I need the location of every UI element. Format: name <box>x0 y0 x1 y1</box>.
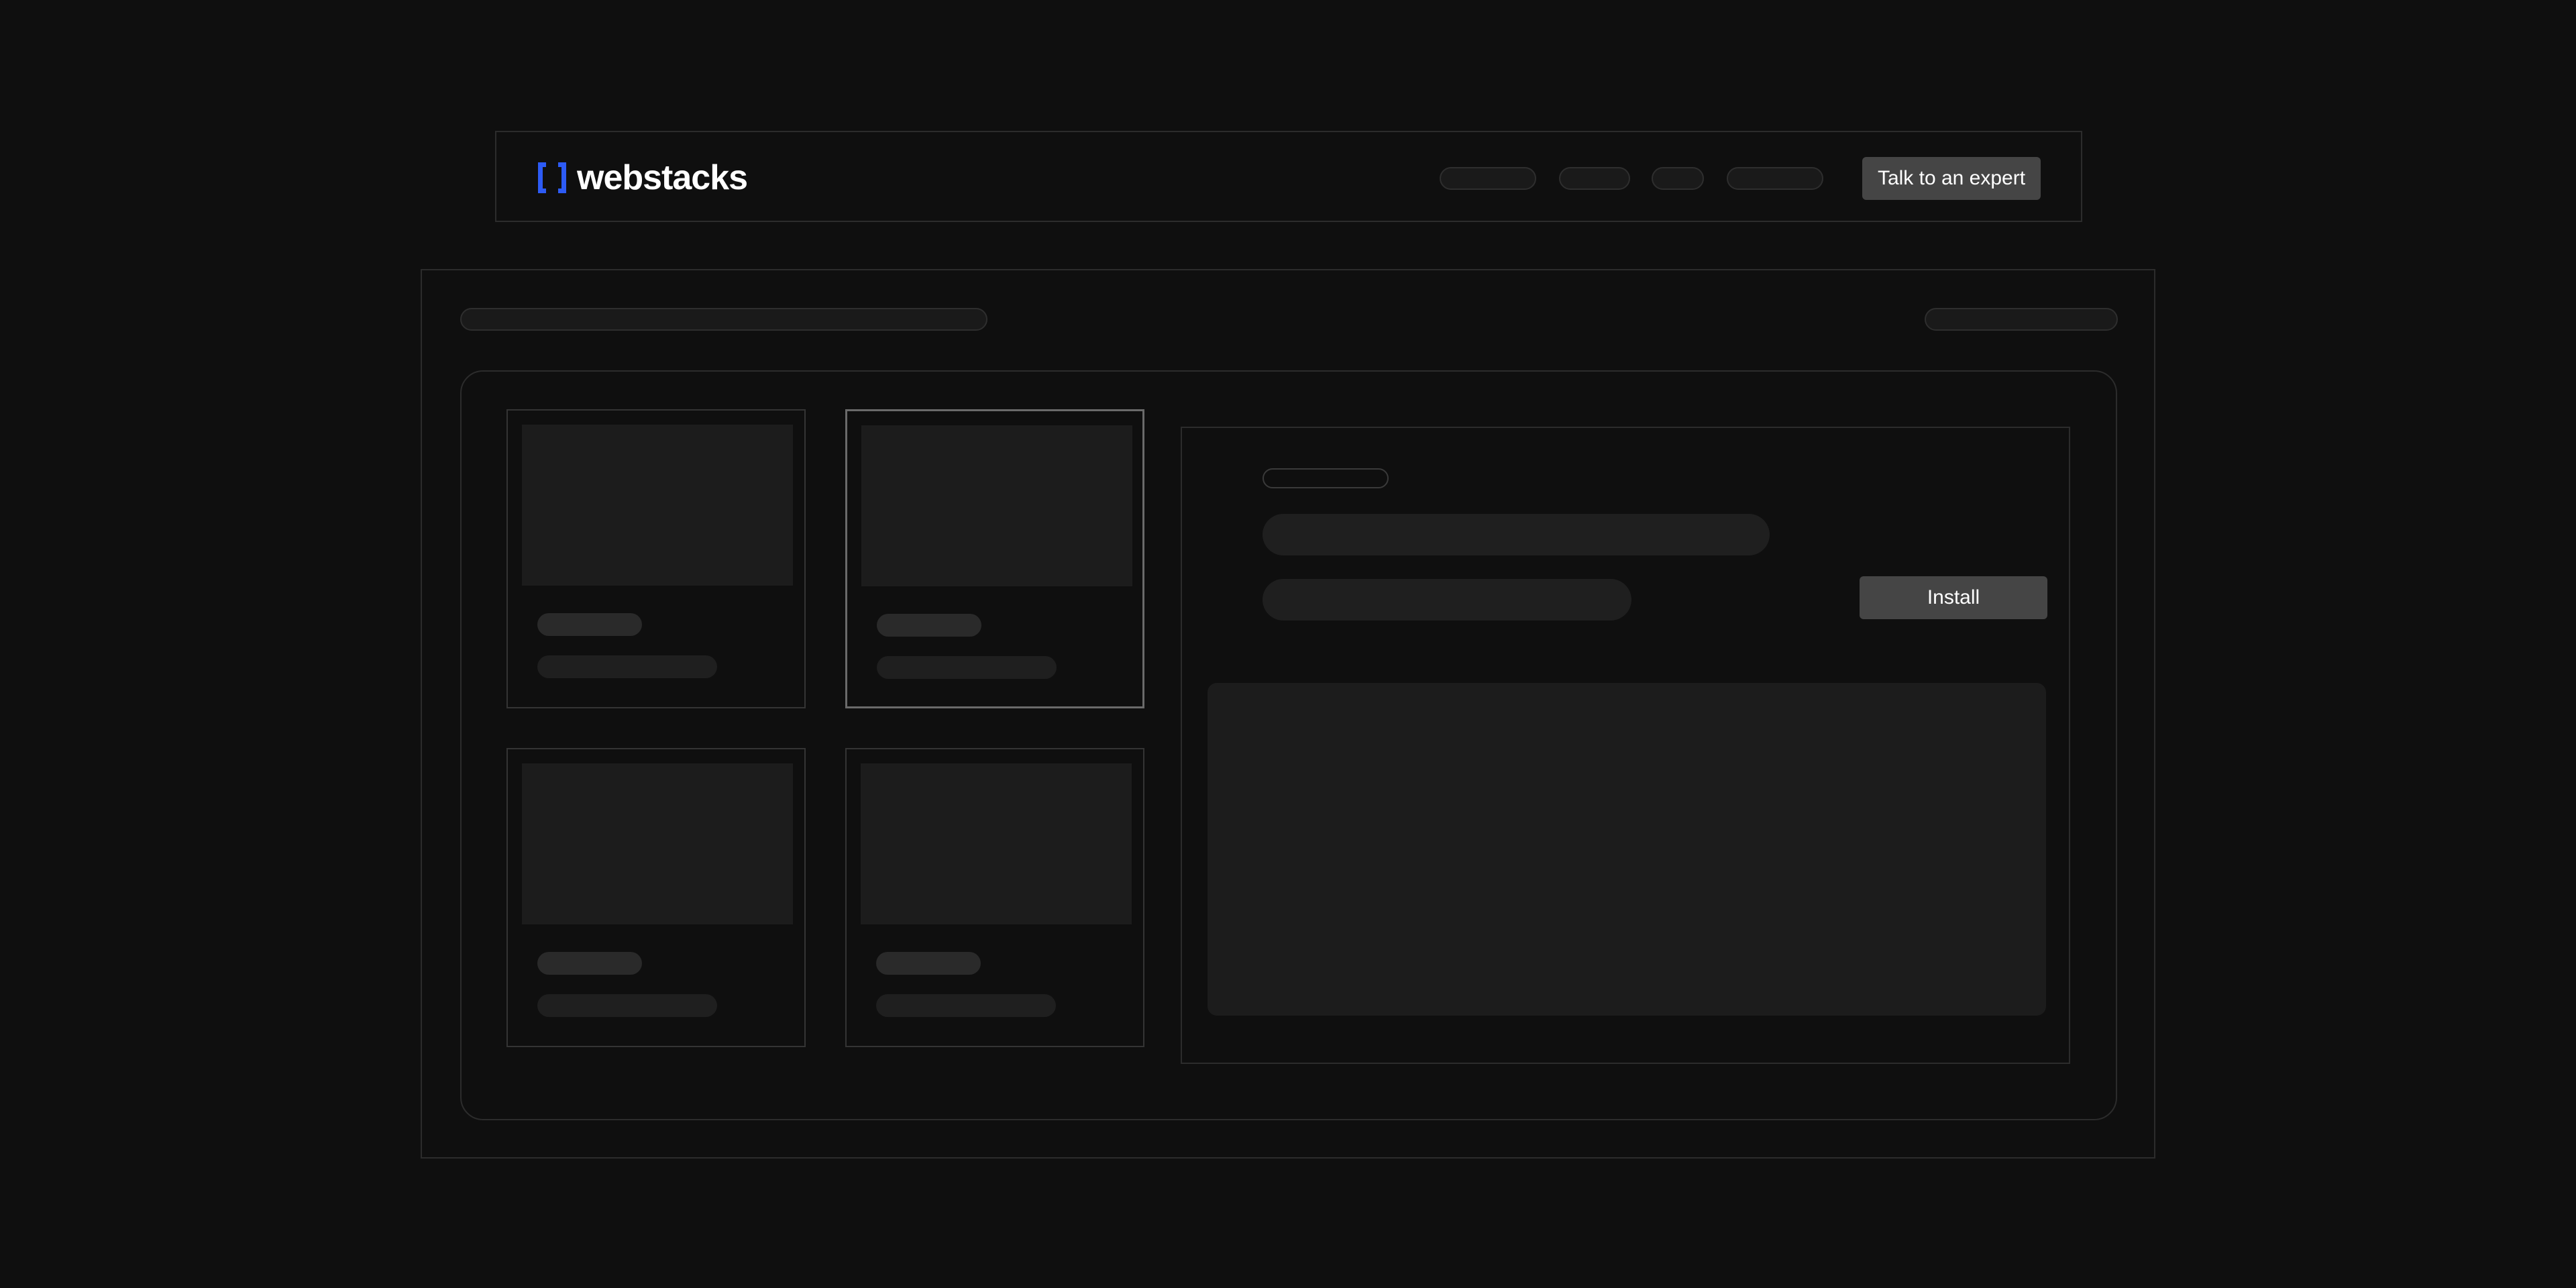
app-description-placeholder <box>1263 579 1631 621</box>
app-card[interactable] <box>506 409 806 708</box>
marketplace-panel: Install <box>421 269 2155 1159</box>
card-thumbnail <box>861 425 1132 586</box>
talk-to-expert-button[interactable]: Talk to an expert <box>1862 157 2041 200</box>
card-title-placeholder <box>877 614 981 637</box>
bracket-logo-icon <box>538 162 566 193</box>
app-title-placeholder <box>1263 514 1770 555</box>
nav-link-placeholder-1[interactable] <box>1440 167 1536 190</box>
header-action-placeholder[interactable] <box>1925 308 2118 331</box>
top-navbar: webstacks Talk to an expert <box>495 131 2082 222</box>
category-tag-placeholder <box>1263 468 1389 488</box>
card-title-placeholder <box>876 952 981 975</box>
nav-link-placeholder-4[interactable] <box>1727 167 1823 190</box>
card-thumbnail <box>522 763 793 924</box>
card-thumbnail <box>522 425 793 586</box>
card-subtitle-placeholder <box>537 655 717 678</box>
brand-name: webstacks <box>577 158 748 197</box>
app-detail-pane: Install <box>1181 427 2070 1064</box>
page: webstacks Talk to an expert Install <box>0 0 2576 1288</box>
breadcrumb-placeholder <box>460 308 987 331</box>
card-title-placeholder <box>537 952 642 975</box>
app-card[interactable] <box>506 748 806 1047</box>
app-card-selected[interactable] <box>845 409 1144 708</box>
card-thumbnail <box>861 763 1132 924</box>
content-container: Install <box>460 370 2117 1120</box>
brand-logo[interactable]: webstacks <box>538 158 748 198</box>
app-card[interactable] <box>845 748 1144 1047</box>
nav-link-placeholder-2[interactable] <box>1559 167 1630 190</box>
install-button[interactable]: Install <box>1860 576 2047 619</box>
nav-link-placeholder-3[interactable] <box>1652 167 1704 190</box>
app-preview-placeholder <box>1208 683 2046 1016</box>
card-subtitle-placeholder <box>877 656 1057 679</box>
card-title-placeholder <box>537 613 642 636</box>
card-subtitle-placeholder <box>537 994 717 1017</box>
card-subtitle-placeholder <box>876 994 1056 1017</box>
